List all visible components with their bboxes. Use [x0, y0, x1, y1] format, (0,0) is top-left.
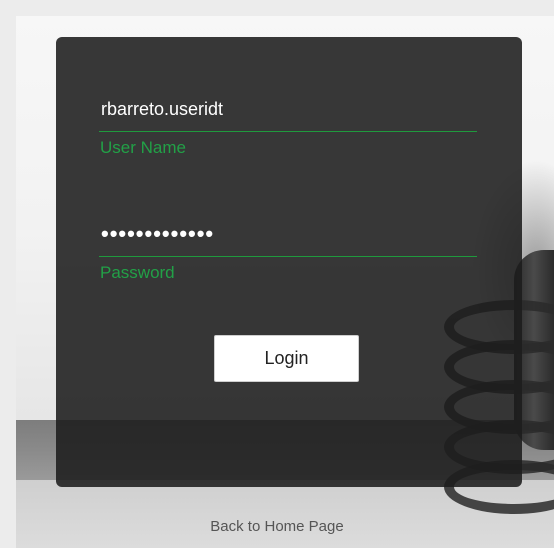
username-field-group: rbarreto.useridt User Name	[99, 95, 477, 158]
username-label: User Name	[100, 138, 186, 157]
password-label: Password	[100, 263, 175, 282]
back-to-home-link[interactable]: Back to Home Page	[0, 518, 554, 535]
password-field-group: ••••••••••••• Password	[99, 220, 477, 283]
username-input[interactable]: rbarreto.useridt	[99, 95, 477, 132]
login-form: rbarreto.useridt User Name •••••••••••••…	[56, 37, 522, 487]
password-input[interactable]: •••••••••••••	[99, 220, 477, 257]
login-button[interactable]: Login	[214, 335, 359, 382]
login-page: rbarreto.useridt User Name •••••••••••••…	[0, 0, 554, 548]
